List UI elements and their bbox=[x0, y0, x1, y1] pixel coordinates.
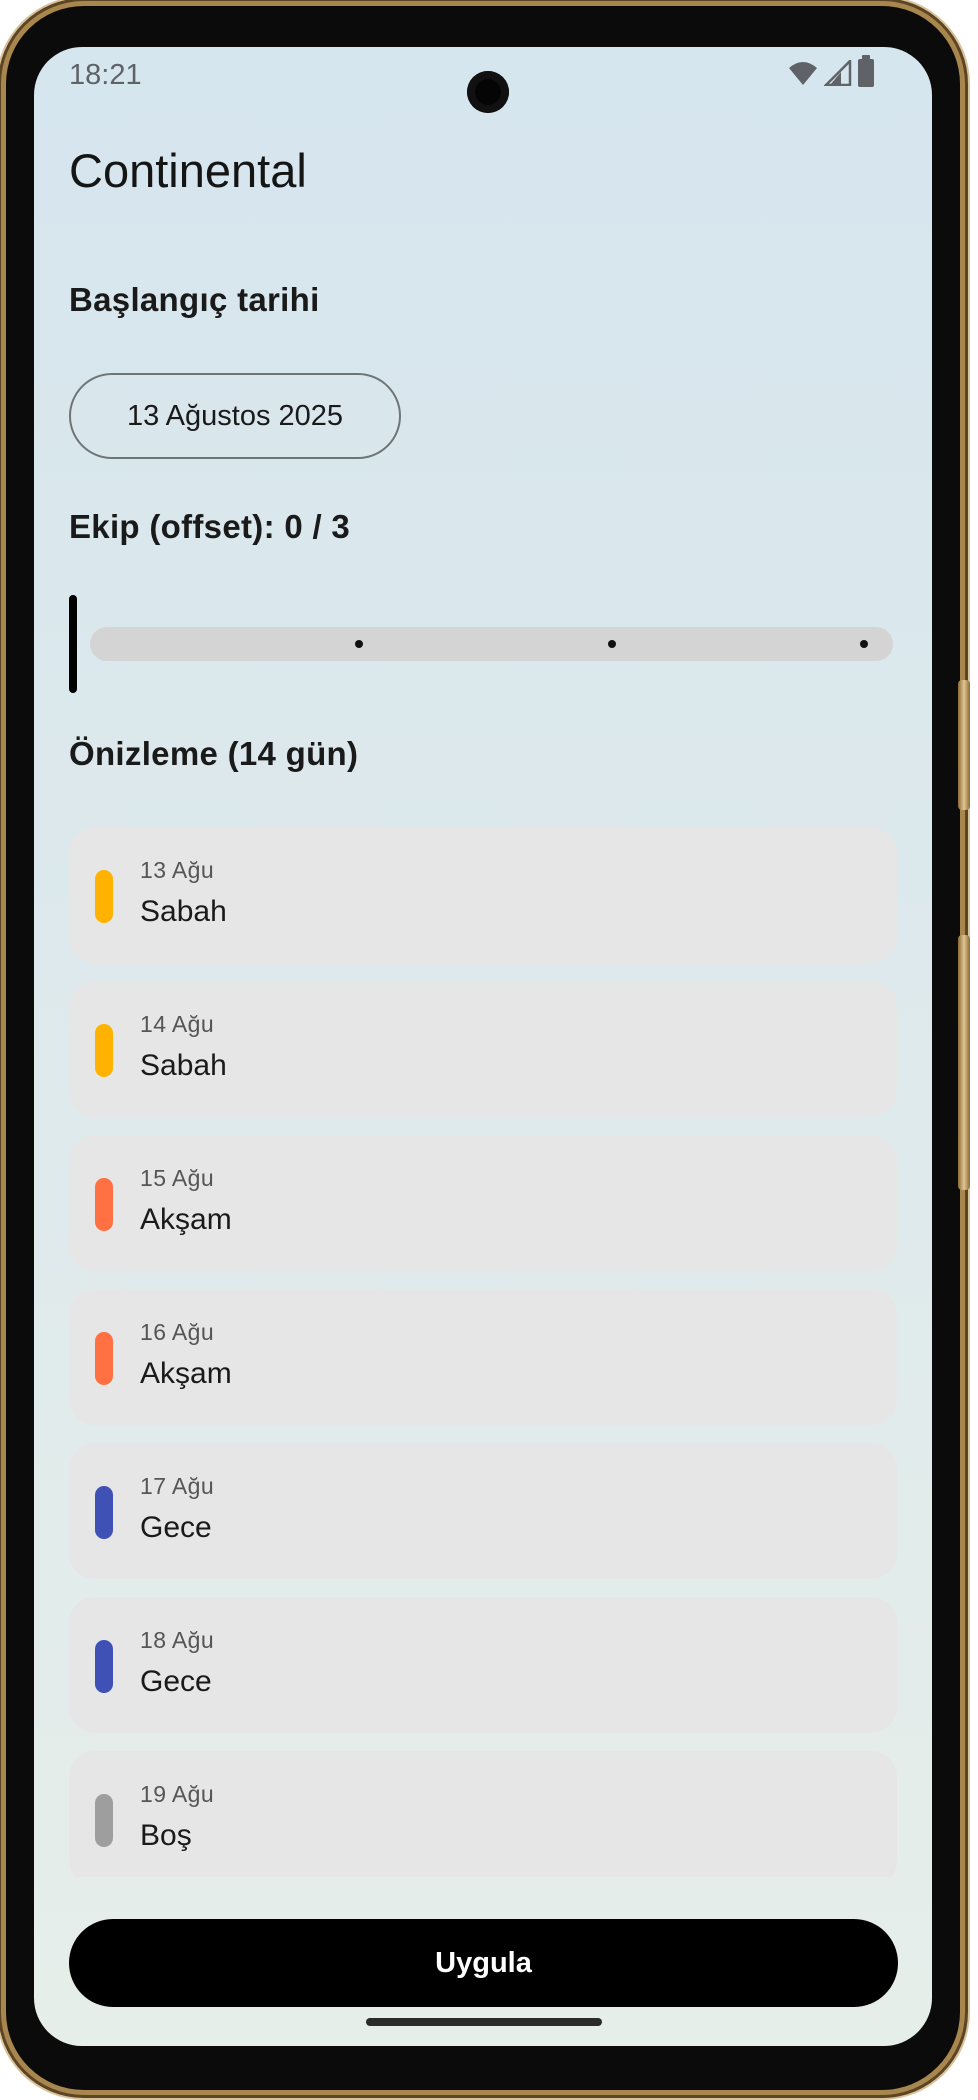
day-shift: Akşam bbox=[140, 1203, 232, 1236]
shift-color-indicator bbox=[95, 1640, 113, 1693]
front-camera bbox=[467, 71, 509, 113]
day-date: 19 Ağu bbox=[140, 1781, 215, 1807]
slider-track[interactable] bbox=[90, 627, 893, 661]
cellular-signal-icon bbox=[824, 60, 852, 86]
preview-day-card: 15 Ağu Akşam bbox=[69, 1135, 897, 1271]
shift-color-indicator bbox=[95, 1024, 113, 1077]
preview-day-card: 18 Ağu Gece bbox=[69, 1597, 897, 1733]
preview-day-card: 14 Ağu Sabah bbox=[69, 981, 897, 1117]
day-date: 18 Ağu bbox=[140, 1627, 215, 1653]
day-date: 13 Ağu bbox=[140, 857, 215, 883]
day-date: 16 Ağu bbox=[140, 1319, 215, 1345]
preview-label: Önizleme (14 gün) bbox=[69, 735, 359, 772]
start-date-label: Başlangıç tarihi bbox=[69, 281, 320, 318]
preview-day-card: 17 Ağu Gece bbox=[69, 1443, 897, 1579]
day-date: 15 Ağu bbox=[140, 1165, 215, 1191]
power-button bbox=[958, 680, 970, 810]
day-date: 17 Ağu bbox=[140, 1473, 215, 1499]
day-date: 14 Ağu bbox=[140, 1011, 215, 1037]
shift-color-indicator bbox=[95, 1794, 113, 1847]
team-offset-label: Ekip (offset): 0 / 3 bbox=[69, 508, 351, 545]
day-shift: Sabah bbox=[140, 895, 227, 928]
slider-thumb[interactable] bbox=[69, 595, 77, 693]
preview-day-card: 13 Ağu Sabah bbox=[69, 827, 897, 963]
shift-color-indicator bbox=[95, 1332, 113, 1385]
shift-color-indicator bbox=[95, 1486, 113, 1539]
preview-day-card: 19 Ağu Boş bbox=[69, 1751, 897, 1877]
preview-list[interactable]: 13 Ağu Sabah 14 Ağu Sabah 15 Ağu Akşam 16 Ağu A… bbox=[69, 827, 897, 1877]
day-shift: Sabah bbox=[140, 1049, 227, 1082]
day-shift: Akşam bbox=[140, 1357, 232, 1390]
battery-icon bbox=[858, 55, 874, 87]
preview-day-card: 16 Ağu Akşam bbox=[69, 1289, 897, 1425]
slider-tick bbox=[607, 640, 616, 648]
volume-button bbox=[958, 935, 970, 1190]
start-date-button[interactable]: 13 Ağustos 2025 bbox=[69, 373, 401, 459]
day-shift: Gece bbox=[140, 1511, 212, 1544]
screen: 18:21 Continental Başlangıç tarihi 13 Ağ… bbox=[34, 47, 932, 2046]
shift-color-indicator bbox=[95, 1178, 113, 1231]
apply-button[interactable]: Uygula bbox=[69, 1919, 898, 2007]
wifi-icon bbox=[789, 62, 817, 85]
status-time: 18:21 bbox=[69, 59, 142, 91]
home-indicator[interactable] bbox=[366, 2018, 602, 2026]
shift-color-indicator bbox=[95, 870, 113, 923]
day-shift: Boş bbox=[140, 1819, 192, 1852]
status-icons bbox=[788, 55, 874, 87]
day-shift: Gece bbox=[140, 1665, 212, 1698]
team-offset-slider[interactable] bbox=[69, 595, 897, 695]
app-title: Continental bbox=[69, 144, 307, 197]
